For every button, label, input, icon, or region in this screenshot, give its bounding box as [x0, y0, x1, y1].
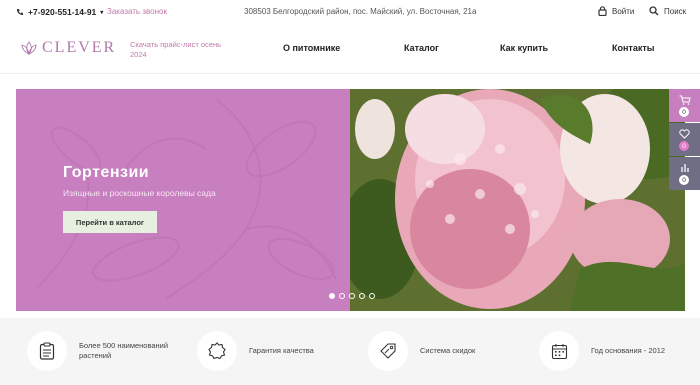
- logo-flower-icon: [21, 41, 37, 55]
- feature-icon-circle: [539, 331, 579, 371]
- nav-how-to-buy[interactable]: Как купить: [500, 43, 548, 53]
- hero-subtitle: Изящные и роскошные королевы сада: [63, 188, 216, 198]
- hero-title: Гортензии: [63, 164, 150, 181]
- callback-link[interactable]: Заказать звонок: [107, 7, 167, 16]
- search-icon: [649, 6, 659, 16]
- search-label: Поиск: [664, 6, 687, 16]
- slider-dot[interactable]: [359, 293, 365, 299]
- header: CLEVER Скачать прайс-лист осень 2024 О п…: [0, 24, 700, 74]
- phone-icon: [17, 9, 23, 16]
- slider-dot[interactable]: [369, 293, 375, 299]
- cart-count: 0: [679, 107, 689, 117]
- nav-contacts[interactable]: Контакты: [612, 43, 654, 53]
- hero-slider: Гортензии Изящные и роскошные королевы с…: [16, 89, 685, 311]
- feature-icon-circle: [368, 331, 408, 371]
- logo[interactable]: CLEVER: [20, 39, 116, 57]
- cart-button[interactable]: 0: [669, 89, 700, 122]
- feature-label: Система скидок: [420, 346, 476, 355]
- hero-text-panel: Гортензии Изящные и роскошные королевы с…: [16, 89, 350, 311]
- heart-icon: [679, 129, 690, 139]
- lock-icon: [598, 6, 607, 16]
- features-strip: Более 500 наименований растений Гарантия…: [0, 318, 700, 385]
- side-toolbar: 0 0 0: [669, 89, 700, 191]
- nav-catalog[interactable]: Каталог: [404, 43, 439, 53]
- slider-dot[interactable]: [339, 293, 345, 299]
- favorites-button[interactable]: 0: [669, 123, 700, 156]
- logo-text: CLEVER: [42, 39, 117, 56]
- feature-founded: Год основания - 2012: [539, 331, 691, 371]
- slider-dot[interactable]: [329, 293, 335, 299]
- compare-button[interactable]: 0: [669, 157, 700, 190]
- address: 308503 Белгородский район, пос. Майский,…: [244, 7, 477, 16]
- phone-link[interactable]: +7-920-551-14-91 ▾: [16, 7, 103, 17]
- quality-badge-icon: [208, 342, 226, 360]
- hydrangea-photo: [350, 89, 685, 311]
- cart-icon: [679, 95, 691, 105]
- calendar-icon: [551, 343, 567, 359]
- nav-about[interactable]: О питомнике: [283, 43, 340, 53]
- chevron-down-icon: ▾: [100, 9, 104, 16]
- phone-number: +7-920-551-14-91: [28, 7, 97, 17]
- compare-count: 0: [679, 175, 689, 185]
- top-bar: +7-920-551-14-91 ▾ Заказать звонок 30850…: [0, 0, 700, 24]
- feature-discounts: Система скидок: [368, 331, 520, 371]
- feature-quality: Гарантия качества: [197, 331, 349, 371]
- clipboard-list-icon: [39, 342, 55, 360]
- feature-assortment: Более 500 наименований растений: [27, 331, 179, 371]
- slider-dot[interactable]: [349, 293, 355, 299]
- feature-icon-circle: [27, 331, 67, 371]
- feature-label: Более 500 наименований растений: [79, 341, 169, 360]
- login-label: Войти: [612, 6, 635, 16]
- compare-icon: [680, 164, 689, 172]
- feature-label: Год основания - 2012: [591, 346, 666, 355]
- feature-label: Гарантия качества: [249, 346, 314, 355]
- go-to-catalog-button[interactable]: Перейти в каталог: [63, 211, 157, 233]
- price-list-link[interactable]: Скачать прайс-лист осень 2024: [130, 40, 230, 60]
- floral-pattern: [35, 98, 337, 300]
- feature-icon-circle: [197, 331, 237, 371]
- login-button[interactable]: Войти: [598, 6, 634, 16]
- hydrangea-image: [350, 89, 685, 311]
- search-button[interactable]: Поиск: [649, 6, 686, 16]
- discount-tag-icon: [380, 343, 396, 359]
- favorites-count: 0: [679, 141, 689, 151]
- slider-dots: [329, 293, 375, 299]
